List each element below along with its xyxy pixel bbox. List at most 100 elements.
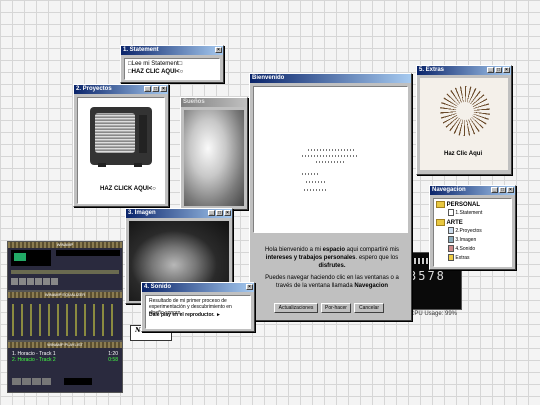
proyectos-title: 2. Proyectos (76, 86, 112, 92)
winamp-titlebar[interactable]: WINAMP (8, 242, 122, 248)
winamp-controls[interactable] (11, 278, 58, 285)
statement-line2[interactable]: □HAZ CLIC AQUI<○ (128, 69, 183, 75)
proyectos-window[interactable]: 2. Proyectos _ □ × HAZ CLICK AQUI<○ (73, 84, 169, 207)
minimize-button[interactable]: _ (144, 86, 151, 92)
maximize-button[interactable]: □ (216, 210, 223, 216)
prev-button[interactable] (11, 278, 18, 285)
proyectos-caption[interactable]: HAZ CLICK AQUI<○ (100, 186, 156, 192)
tree-label: Extras (455, 254, 470, 261)
close-button[interactable]: × (246, 284, 253, 290)
close-button[interactable]: × (215, 47, 222, 53)
next-button[interactable] (43, 278, 50, 285)
nav-hint-bold: Navegacion (354, 283, 389, 289)
image-icon (448, 236, 454, 243)
sonido-window[interactable]: 4. Sonido × Resultado de mi primer proce… (141, 282, 255, 332)
welcome-text-5: . espero que los (355, 255, 399, 261)
bienvenido-window[interactable]: Bienvenido Hola bienvenido a mi espacio … (249, 73, 412, 321)
extras-image[interactable]: Haz Clic Aqui (420, 78, 508, 170)
winamp-display (11, 250, 51, 266)
misc-button[interactable] (42, 378, 51, 385)
navegacion-tree[interactable]: PERSONAL 1.Statement ARTE 2.Proyectos 3.… (433, 198, 512, 267)
statement-line1[interactable]: □Lee mi Statement□ (128, 61, 182, 67)
tree-item-statement[interactable]: 1.Statement (448, 209, 482, 216)
tv-image[interactable] (90, 107, 152, 167)
remove-button[interactable] (22, 378, 31, 385)
maximize-button[interactable]: □ (495, 67, 502, 73)
cancelar-button[interactable]: Cancelar (354, 303, 384, 313)
winamp-equalizer[interactable]: WINAMP EQUALIZER (7, 291, 123, 341)
sonido-title: 4. Sonido (144, 284, 171, 290)
add-button[interactable] (12, 378, 21, 385)
star-icon (448, 254, 454, 261)
statement-panel[interactable]: □Lee mi Statement□ □HAZ CLIC AQUI<○ (124, 58, 220, 80)
suenos-title: Sueños (183, 99, 205, 105)
statement-titlebar[interactable]: 1. Statement × (121, 46, 223, 55)
navegacion-window[interactable]: Navegacion _ □ × PERSONAL 1.Statement AR… (429, 185, 516, 270)
welcome-text-4: intereses y trabajos personales (265, 255, 356, 261)
tree-label: PERSONAL (446, 202, 481, 209)
winamp-song-ticker (56, 250, 120, 256)
porhacer-button[interactable]: Por-hacer (321, 303, 351, 313)
eject-button[interactable] (51, 278, 58, 285)
suenos-window[interactable]: Sueños (180, 97, 248, 210)
eq-sliders[interactable] (12, 304, 118, 336)
tree-item-proyectos[interactable]: 2.Proyectos (448, 227, 482, 234)
navegacion-title: Navegacion (432, 187, 466, 193)
winamp-playlist[interactable]: WINAMP PLAYLIST 1. Horacio - Track 1 1:2… (7, 341, 123, 393)
navegacion-titlebar[interactable]: Navegacion _ □ × (430, 186, 515, 195)
suenos-titlebar[interactable]: Sueños (181, 98, 247, 107)
proyectos-panel[interactable]: HAZ CLICK AQUI<○ (77, 97, 165, 204)
statement-title: 1. Statement (123, 47, 159, 53)
select-button[interactable] (32, 378, 41, 385)
welcome-text-6: disfrutes. (318, 263, 346, 269)
playlist-buttons[interactable] (12, 378, 51, 385)
actualizaciones-button[interactable]: Actualizaciones (274, 303, 318, 313)
minimize-button[interactable]: _ (491, 187, 498, 193)
close-button[interactable]: × (160, 86, 167, 92)
equalizer-titlebar[interactable]: WINAMP EQUALIZER (8, 292, 122, 298)
tree-label: 2.Proyectos (455, 227, 482, 234)
maximize-button[interactable]: □ (499, 187, 506, 193)
cloud-image (184, 110, 244, 206)
playlist-titlebar[interactable]: WINAMP PLAYLIST (8, 342, 122, 348)
minimize-button[interactable]: _ (487, 67, 494, 73)
winamp-seek-bar[interactable] (11, 270, 119, 274)
tree-item-personal[interactable]: PERSONAL (436, 201, 480, 208)
folder-icon (436, 201, 445, 208)
folder-icon (436, 219, 445, 226)
welcome-text-3: aqui compartiré mis (345, 247, 400, 253)
proyectos-titlebar[interactable]: 2. Proyectos _ □ × (74, 85, 168, 94)
tree-item-arte[interactable]: ARTE (436, 219, 463, 226)
bienvenido-titlebar[interactable]: Bienvenido (250, 74, 411, 83)
maximize-button[interactable]: □ (152, 86, 159, 92)
extras-titlebar[interactable]: 5. Extras _ □ × (417, 66, 511, 75)
cpu-usage-label: CPU Usage: 99% (410, 311, 458, 317)
tree-item-extras[interactable]: Extras (448, 254, 470, 261)
track-time: 0:58 (108, 357, 118, 363)
sonido-titlebar[interactable]: 4. Sonido × (142, 283, 254, 292)
sonido-panel: Resultado de mi primer proceso de experi… (145, 295, 251, 329)
stop-button[interactable] (35, 278, 42, 285)
winamp-player[interactable]: WINAMP (7, 241, 123, 291)
pause-button[interactable] (27, 278, 34, 285)
tree-label: ARTE (446, 220, 463, 227)
imagen-titlebar[interactable]: 3. Imagen _ □ × (126, 209, 232, 218)
track-name: 2. Horacio - Track 2 (12, 357, 56, 363)
minimize-button[interactable]: _ (208, 210, 215, 216)
extras-window[interactable]: 5. Extras _ □ × Haz Clic Aqui (416, 65, 512, 175)
tree-item-sonido[interactable]: 4.Sonido (448, 245, 475, 252)
playlist-track-2[interactable]: 2. Horacio - Track 2 0:58 (12, 357, 118, 363)
close-button[interactable]: × (224, 210, 231, 216)
statement-window[interactable]: 1. Statement × □Lee mi Statement□ □HAZ C… (120, 45, 224, 83)
playlist-mini-display (64, 378, 92, 385)
close-button[interactable]: × (503, 67, 510, 73)
extras-caption[interactable]: Haz Clic Aqui (444, 151, 482, 157)
sound-icon (448, 245, 454, 252)
imagen-title: 3. Imagen (128, 210, 156, 216)
sonido-play-hint[interactable]: Dale play en el reproductor. ► (149, 312, 247, 318)
play-button[interactable] (19, 278, 26, 285)
close-button[interactable]: × (507, 187, 514, 193)
extras-title: 5. Extras (419, 67, 445, 73)
tree-item-imagen[interactable]: 3.Imagen (448, 236, 476, 243)
welcome-text-2: espacio (322, 247, 346, 253)
